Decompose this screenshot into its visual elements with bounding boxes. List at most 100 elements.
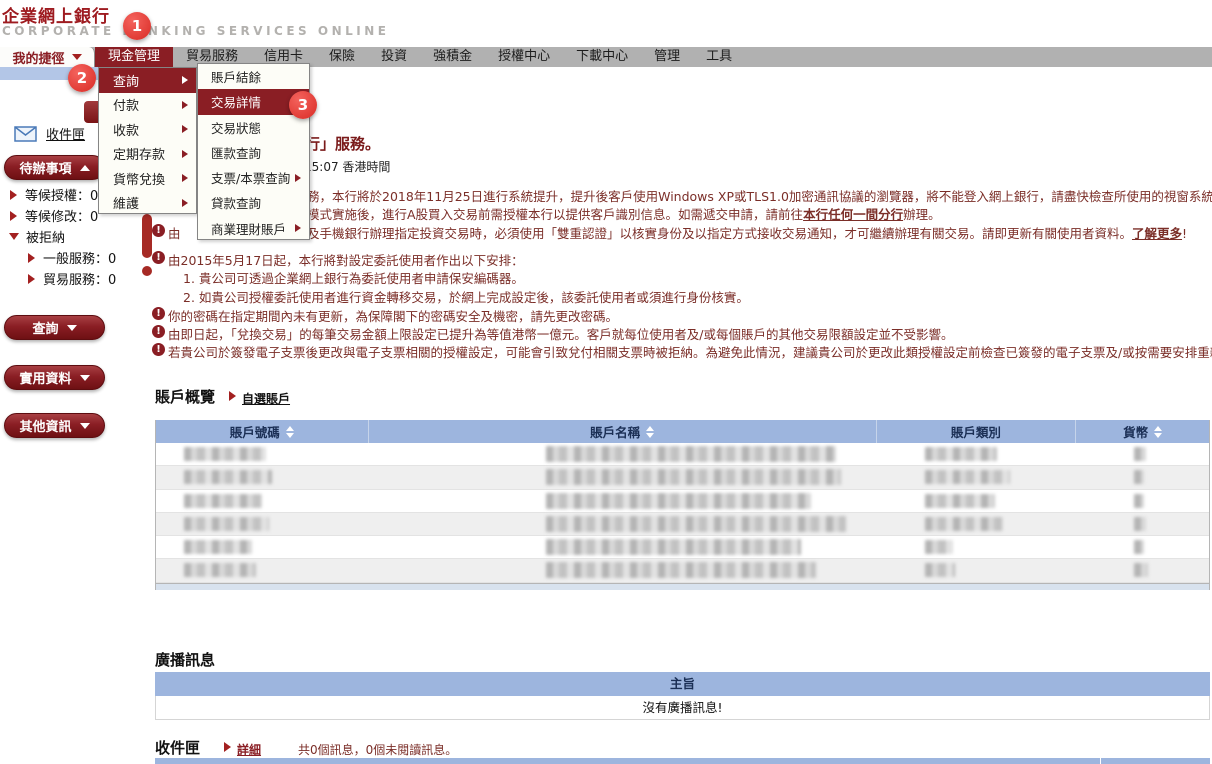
notice-link-了解更多[interactable]: 了解更多: [1132, 226, 1182, 241]
notice-text-span: 若貴公司於簽發電子支票後更改與電子支票相關的授權設定，可能會引致兌付相關支票時被…: [168, 345, 1212, 360]
menu-items: 現金管理貿易服務信用卡保險投資強積金授權中心下載中心管理工具: [95, 47, 745, 67]
notice-text: 你的密碼在指定期間內未有更新，為保障閣下的密碼安全及機密，請先更改密碼。: [168, 306, 618, 325]
notice-text-span: !: [1182, 226, 1187, 241]
submenu-item-賬戶結餘[interactable]: 賬戶結餘: [198, 64, 309, 89]
notice-exclamation-icon: !: [152, 343, 165, 356]
submenu-arrow-icon: [182, 101, 188, 109]
notice-text-span: 由: [168, 226, 181, 241]
account-row-redacted: [156, 559, 1209, 582]
sidebar-todo-button[interactable]: 待辦事項: [4, 155, 105, 180]
notice-text-span: 辦理。: [903, 207, 941, 222]
redacted-value: [546, 493, 811, 509]
menubar-item-工具[interactable]: 工具: [693, 47, 745, 67]
notice-exclamation-icon: !: [152, 307, 165, 320]
red-arrow-icon: [229, 391, 236, 401]
other-info-label: 其他資訊: [19, 416, 71, 435]
redacted-value: [184, 563, 256, 577]
submenu-item-交易狀態[interactable]: 交易狀態: [198, 115, 309, 140]
redacted-value: [925, 447, 997, 461]
account-row-redacted: [156, 443, 1209, 466]
sort-icon[interactable]: [1154, 426, 1162, 438]
account-table-footer-strip: [156, 583, 1209, 590]
submenu-item-label: 匯款查詢: [211, 143, 261, 162]
notice-exclamation-icon: !: [152, 325, 165, 338]
red-arrow-icon: [224, 742, 231, 752]
column-header-賬戶號碼[interactable]: 賬戶號碼: [156, 420, 369, 443]
redacted-value: [184, 517, 269, 531]
account-cell-redacted: [156, 513, 369, 535]
corporate-banking-page: 企業網上銀行 CORPORATE BANKING SERVICES ONLINE…: [0, 0, 1212, 764]
submenu-item-label: 支票/本票查詢: [211, 168, 290, 187]
notice-text-span: 2. 如貴公司授權委託使用者進行資金轉移交易，於網上完成設定後，該委託使用者或須…: [183, 290, 749, 305]
submenu-item-匯款查詢[interactable]: 匯款查詢: [198, 140, 309, 165]
menubar-item-強積金[interactable]: 強積金: [420, 47, 485, 67]
menubar-item-管理[interactable]: 管理: [641, 47, 693, 67]
sort-icon[interactable]: [646, 426, 654, 438]
menu-item-收款[interactable]: 收款: [99, 117, 196, 142]
redacted-value: [925, 470, 1010, 484]
sidebar-inbox-link[interactable]: 收件匣: [14, 124, 85, 143]
submenu-item-商業理財賬戶[interactable]: 商業理財賬戶: [198, 216, 309, 241]
chevron-down-icon: [80, 375, 90, 381]
menubar-item-下載中心[interactable]: 下載中心: [563, 47, 641, 67]
menubar-item-投資[interactable]: 投資: [368, 47, 420, 67]
account-cell-redacted: [1076, 559, 1209, 581]
notice-text-span: 務，本行將於2018年11月25日進行系統提升，提升後客戶使用Windows X…: [307, 189, 1212, 204]
submenu-arrow-icon: [182, 199, 188, 207]
submenu-arrow-icon: [295, 174, 301, 182]
sort-icon[interactable]: [286, 426, 294, 438]
menu-item-貨幣兌換[interactable]: 貨幣兌換: [99, 166, 196, 191]
redacted-value: [1134, 540, 1144, 554]
account-overview-title: 賬戶概覽: [155, 386, 215, 407]
notice-text: 務，本行將於2018年11月25日進行系統提升，提升後客戶使用Windows X…: [307, 186, 1212, 205]
notice-line-6: 2. 如貴公司授權委託使用者進行資金轉移交易，於網上完成設定後，該委託使用者或須…: [0, 287, 1212, 304]
account-cell-redacted: [877, 490, 1077, 512]
menu-item-查詢[interactable]: 查詢: [99, 68, 196, 93]
last-login-time: 15:07 香港時間: [304, 158, 390, 175]
menu-item-付款[interactable]: 付款: [99, 93, 196, 118]
redacted-value: [1134, 470, 1144, 484]
enquiry-submenu: 賬戶結餘交易詳情交易狀態匯款查詢支票/本票查詢貸款查詢商業理財賬戶: [197, 63, 310, 240]
todo-label: 待辦事項: [19, 158, 71, 177]
submenu-item-貸款查詢[interactable]: 貸款查詢: [198, 190, 309, 215]
account-cell-redacted: [1076, 536, 1209, 558]
notice-text: 及手機銀行辦理指定投資交易時，必須使用「雙重認證」以核實身份及以指定方式接收交易…: [307, 223, 1187, 242]
column-header-貨幣[interactable]: 貨幣: [1076, 420, 1209, 443]
submenu-item-label: 賬戶結餘: [211, 67, 261, 86]
redacted-value: [546, 539, 801, 555]
sidebar-other-info-button[interactable]: 其他資訊: [4, 413, 105, 438]
account-cell-redacted: [369, 466, 877, 488]
notice-text-span: 及手機銀行辦理指定投資交易時，必須使用「雙重認證」以核實身份及以指定方式接收交易…: [307, 226, 1132, 241]
chevron-up-icon: [80, 165, 90, 171]
notice-text: 模式實施後，進行A股買入交易前需授權本行以提供客戶識別信息。如需遞交申請，請前往…: [307, 204, 941, 223]
step-badge-1: 1: [123, 12, 151, 40]
notice-line-8: !由即日起，「兌換交易」的每筆交易金額上限設定已提升為等值港幣一億元。客戶就每位…: [0, 324, 1212, 341]
menu-item-定期存款[interactable]: 定期存款: [99, 142, 196, 167]
notice-exclamation-icon: !: [152, 224, 165, 237]
inbox-detail-link[interactable]: 詳細: [237, 741, 261, 758]
column-header-賬戶類別: 賬戶類別: [877, 420, 1077, 443]
custom-accounts-link[interactable]: 自選賬戶: [242, 390, 290, 407]
account-table-header: 賬戶號碼賬戶名稱賬戶類別貨幣: [156, 420, 1209, 443]
column-separator: [1100, 758, 1101, 764]
menu-item-label: 付款: [113, 95, 139, 114]
notice-link-本行任何一間分行[interactable]: 本行任何一間分行: [803, 207, 903, 222]
sidebar-useful-info-button[interactable]: 實用資料: [4, 365, 105, 390]
redacted-value: [546, 446, 836, 462]
submenu-item-支票/本票查詢[interactable]: 支票/本票查詢: [198, 165, 309, 190]
menubar-item-授權中心[interactable]: 授權中心: [485, 47, 563, 67]
notice-text: 由2015年5月17日起，本行將對設定委託使用者作出以下安排：: [168, 250, 524, 269]
column-header-賬戶名稱[interactable]: 賬戶名稱: [369, 420, 877, 443]
account-row-redacted: [156, 466, 1209, 489]
redacted-value: [925, 517, 1003, 531]
menubar-item-現金管理[interactable]: 現金管理: [95, 47, 173, 67]
menu-item-維護[interactable]: 維護: [99, 191, 196, 216]
useful-info-label: 實用資料: [19, 368, 71, 387]
menubar-item-保險[interactable]: 保險: [316, 47, 368, 67]
inbox-table-header: [155, 758, 1210, 764]
menu-item-label: 定期存款: [113, 144, 165, 163]
account-cell-redacted: [1076, 490, 1209, 512]
account-cell-redacted: [1076, 443, 1209, 465]
chevron-down-icon: [72, 54, 82, 60]
broadcast-title: 廣播訊息: [155, 649, 215, 670]
